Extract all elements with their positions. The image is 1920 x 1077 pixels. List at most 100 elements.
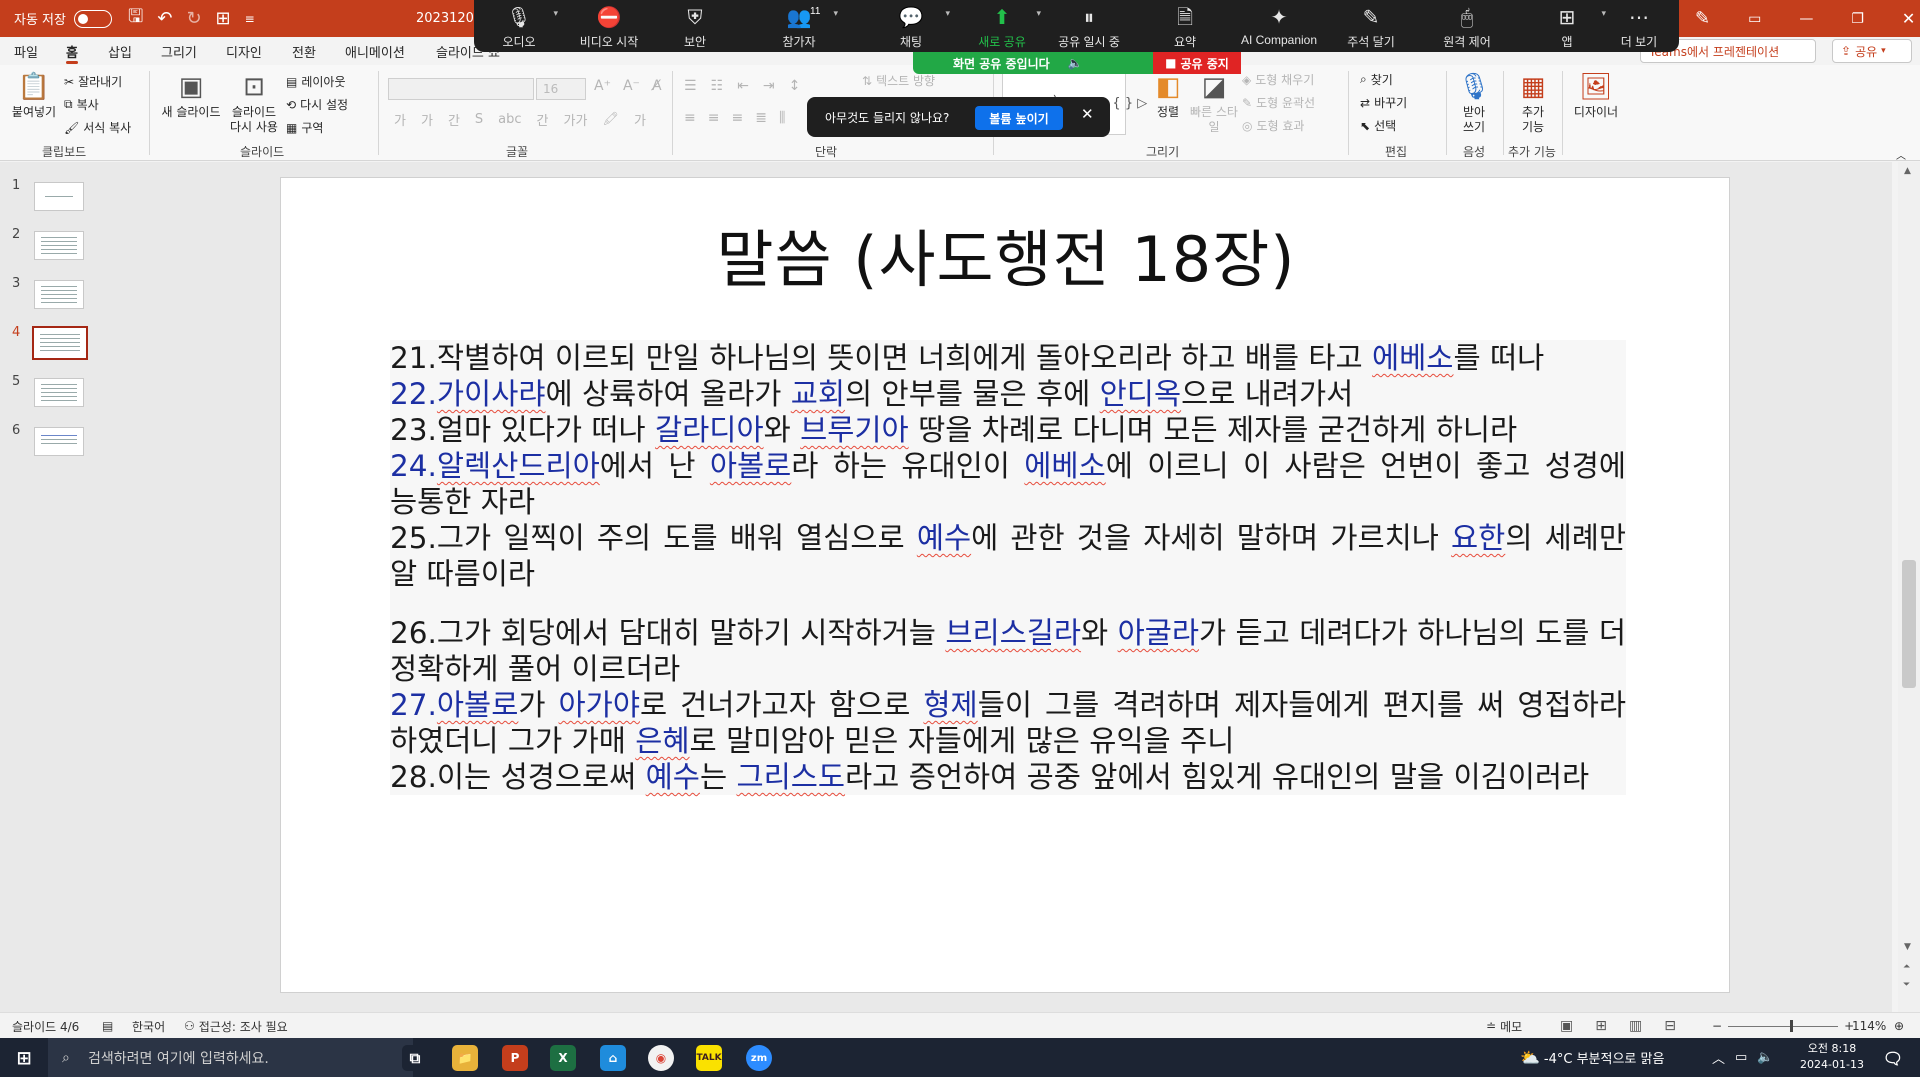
- zoom-level[interactable]: 114%: [1852, 1013, 1886, 1039]
- autosave-toggle[interactable]: [73, 9, 112, 28]
- close-icon[interactable]: ✕: [1081, 105, 1094, 123]
- zoom-chat-button[interactable]: 💬 채팅 ▾: [866, 6, 956, 50]
- taskbar-search[interactable]: ⌕ 검색하려면 여기에 입력하세요.: [48, 1038, 413, 1077]
- zoom-video-button[interactable]: ⛔ 비디오 시작: [564, 6, 654, 50]
- slide-title[interactable]: 말씀 (사도행전 18장): [281, 209, 1731, 299]
- slide-sorter-icon[interactable]: ⊞: [1595, 1018, 1607, 1034]
- addins-button[interactable]: ▦ 추가 기능: [1508, 69, 1558, 135]
- notification-center-icon[interactable]: 🗨: [1880, 1045, 1906, 1071]
- scroll-up-icon[interactable]: ▲: [1904, 166, 1911, 176]
- close-icon[interactable]: ✕: [1902, 9, 1915, 28]
- font-size-controls[interactable]: A⁺ A⁻ A̸: [594, 78, 662, 94]
- tab-draw[interactable]: 그리기: [161, 37, 197, 65]
- scroll-down-icon[interactable]: ▼: [1904, 942, 1911, 952]
- verse-22[interactable]: 22.가이사랴에 상륙하여 올라가 교회의 안부를 물은 후에 안디옥으로 내려…: [390, 376, 1626, 412]
- zoom-new-share-button[interactable]: ⬆ 새로 공유 ▾: [957, 6, 1047, 50]
- next-slide-icon[interactable]: ⏷: [1903, 980, 1910, 990]
- task-view-icon[interactable]: ⧉: [402, 1045, 428, 1071]
- verse-27[interactable]: 27.아볼로가 아가야로 건너가고자 함으로 형제들이 그를 격려하며 제자들에…: [390, 687, 1626, 759]
- format-painter-button[interactable]: 🖌 서식 복사: [64, 119, 131, 136]
- customize-icon[interactable]: ≡: [245, 12, 255, 26]
- stop-share-button[interactable]: ■ 공유 중지: [1153, 52, 1241, 74]
- copy-button[interactable]: ⧉ 복사: [64, 96, 99, 113]
- arrange-button[interactable]: ◧ 정렬: [1148, 69, 1188, 120]
- shape-outline-button[interactable]: ✎ 도형 윤곽선: [1242, 94, 1315, 111]
- slideshow-view-icon[interactable]: ⊟: [1664, 1018, 1676, 1034]
- slide-thumbnail-4[interactable]: [32, 326, 88, 360]
- section-button[interactable]: ▦ 구역: [286, 119, 323, 136]
- current-slide[interactable]: 말씀 (사도행전 18장) 21.작별하여 이르되 만일 하나님의 뜻이면 너희…: [280, 177, 1730, 993]
- save-icon[interactable]: 🖫: [128, 4, 143, 34]
- file-explorer-icon[interactable]: 📁: [452, 1045, 478, 1071]
- slide-thumbnail-2[interactable]: [34, 231, 84, 260]
- verses-textbox[interactable]: 21.작별하여 이르되 만일 하나님의 뜻이면 너희에게 돌아오리라 하고 배를…: [390, 340, 1626, 795]
- zoom-summary-button[interactable]: 🗎 요약: [1140, 6, 1230, 50]
- zoom-security-button[interactable]: ⛨ 보안: [650, 6, 740, 50]
- excel-icon[interactable]: X: [550, 1045, 576, 1071]
- powerpoint-icon[interactable]: P: [502, 1045, 528, 1071]
- slide-thumbnail-6[interactable]: [34, 427, 84, 456]
- zoom-icon[interactable]: zm: [746, 1045, 772, 1071]
- chrome-icon[interactable]: ◉: [648, 1045, 674, 1071]
- tab-animations[interactable]: 애니메이션: [345, 37, 405, 65]
- zoom-more-button[interactable]: ⋯ 더 보기: [1594, 6, 1684, 50]
- font-style-controls[interactable]: 가 가 간 Sabc 간 가가 🖍 가: [394, 110, 646, 129]
- verse-21[interactable]: 21.작별하여 이르되 만일 하나님의 뜻이면 너희에게 돌아오리라 하고 배를…: [390, 340, 1626, 376]
- zoom-participants-button[interactable]: 👥 참가자 11 ▾: [754, 6, 844, 50]
- slideshow-icon[interactable]: ⊞: [216, 8, 231, 29]
- spell-check-icon[interactable]: ▤: [102, 1013, 113, 1039]
- paste-button[interactable]: 📋 붙여넣기: [8, 69, 60, 120]
- shape-effects-button[interactable]: ◎ 도형 효과: [1242, 117, 1304, 134]
- zoom-out-icon[interactable]: −: [1712, 1019, 1722, 1033]
- font-size-input[interactable]: 16: [536, 78, 586, 100]
- verse-25[interactable]: 25.그가 일찍이 주의 도를 배워 열심으로 예수에 관한 것을 자세히 말하…: [390, 520, 1626, 592]
- select-button[interactable]: ⬉ 선택: [1360, 117, 1396, 134]
- kakaotalk-icon[interactable]: TALK: [696, 1045, 722, 1071]
- reset-button[interactable]: ⟲ 다시 설정: [286, 96, 348, 113]
- font-name-input[interactable]: [388, 78, 534, 100]
- zoom-annotate-button[interactable]: ✎ 주석 달기: [1326, 6, 1416, 50]
- dictate-button[interactable]: 🎙 받아쓰기: [1452, 69, 1496, 135]
- slide-thumbnail-1[interactable]: [34, 182, 84, 211]
- redo-icon[interactable]: ↻: [186, 8, 201, 29]
- verse-28[interactable]: 28.이는 성경으로써 예수는 그리스도라고 증언하여 공중 앞에서 힘있게 유…: [390, 759, 1626, 795]
- reuse-slide-button[interactable]: ⊡ 슬라이드 다시 사용: [226, 69, 282, 135]
- replace-button[interactable]: ⇄ 바꾸기: [1360, 94, 1407, 111]
- tab-design[interactable]: 디자인: [226, 37, 262, 65]
- weather-widget[interactable]: ⛅ -4°C 부분적으로 맑음: [1520, 1038, 1664, 1077]
- pen-icon[interactable]: ✎: [1695, 8, 1710, 29]
- network-icon[interactable]: ▭: [1735, 1050, 1747, 1065]
- zoom-slider-track[interactable]: [1728, 1019, 1839, 1032]
- tab-file[interactable]: 파일: [14, 37, 38, 65]
- language-indicator[interactable]: 한국어: [132, 1013, 165, 1039]
- share-button[interactable]: ⇪ 공유 ▾: [1832, 39, 1912, 63]
- autosave-control[interactable]: 자동 저장: [14, 0, 112, 37]
- fit-to-window-icon[interactable]: ⊕: [1894, 1013, 1904, 1039]
- align-controls[interactable]: ≡ ≡ ≡ ≣ ⫼: [684, 110, 785, 126]
- undo-icon[interactable]: ↶: [157, 8, 172, 29]
- designer-button[interactable]: 🖼 디자이너: [1568, 69, 1624, 120]
- maximize-icon[interactable]: ❐: [1851, 11, 1864, 27]
- zoom-slider-handle[interactable]: [1790, 1019, 1794, 1032]
- cut-button[interactable]: ✂ 잘라내기: [64, 73, 122, 90]
- tray-overflow-icon[interactable]: ︿: [1712, 1048, 1725, 1067]
- normal-view-icon[interactable]: ▣: [1560, 1018, 1573, 1034]
- prev-slide-icon[interactable]: ⏶: [1903, 962, 1910, 972]
- quick-styles-button[interactable]: ◪ 빠른 스타일: [1190, 69, 1238, 135]
- tab-home[interactable]: 홈: [66, 37, 78, 65]
- zoom-ai-companion-button[interactable]: ✦ AI Companion: [1234, 6, 1324, 47]
- minimize-icon[interactable]: —: [1799, 11, 1813, 27]
- text-direction-button[interactable]: ⇅ 텍스트 방향: [862, 72, 935, 89]
- shape-fill-button[interactable]: ◈ 도형 채우기: [1242, 71, 1314, 88]
- notes-button[interactable]: ≐ 메모: [1486, 1013, 1522, 1039]
- layout-button[interactable]: ▤ 레이아웃: [286, 73, 346, 90]
- app-icon[interactable]: ⌂: [600, 1045, 626, 1071]
- reading-view-icon[interactable]: ▥: [1629, 1018, 1642, 1034]
- list-controls[interactable]: ☰ ☷ ⇤ ⇥ ↕: [684, 78, 800, 94]
- zoom-audio-button[interactable]: 🎙 오디오 ▾: [474, 6, 564, 50]
- verse-24[interactable]: 24.알렉산드리아에서 난 아볼로라 하는 유대인이 에베소에 이르니 이 사람…: [390, 448, 1626, 520]
- slide-thumbnail-5[interactable]: [34, 378, 84, 407]
- volume-icon[interactable]: 🔈: [1757, 1050, 1773, 1065]
- tab-transitions[interactable]: 전환: [292, 37, 316, 65]
- zoom-remote-control-button[interactable]: 🖱 원격 제어: [1422, 6, 1512, 50]
